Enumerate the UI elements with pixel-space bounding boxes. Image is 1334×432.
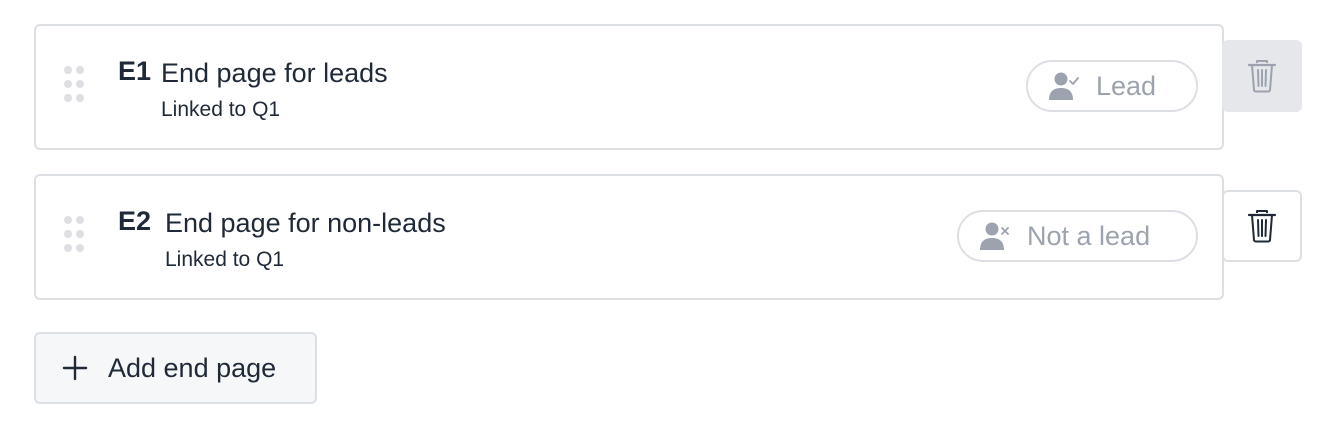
lead-status-tag[interactable]: Lead bbox=[1026, 60, 1198, 112]
drag-handle-icon[interactable] bbox=[64, 66, 90, 102]
end-page-link-info: Linked to Q1 bbox=[165, 248, 285, 271]
lead-status-label: Lead bbox=[1096, 70, 1157, 101]
end-page-card[interactable]: E2 End page for non-leads Linked to Q1 N… bbox=[34, 174, 1224, 300]
delete-button[interactable] bbox=[1222, 190, 1302, 262]
lead-status-label: Not a lead bbox=[1027, 220, 1151, 251]
end-page-title: End page for leads bbox=[161, 58, 388, 88]
end-page-card[interactable]: E1 End page for leads Linked to Q1 Lead bbox=[34, 24, 1224, 150]
plus-icon bbox=[62, 355, 88, 381]
end-pages-editor: E1 End page for leads Linked to Q1 Lead bbox=[0, 0, 1334, 432]
end-page-row: E2 End page for non-leads Linked to Q1 N… bbox=[34, 174, 1302, 300]
person-x-icon bbox=[980, 222, 1009, 250]
trash-icon bbox=[1247, 60, 1277, 93]
end-page-code: E2 bbox=[118, 206, 152, 236]
end-page-link-info: Linked to Q1 bbox=[161, 98, 281, 121]
end-page-row: E1 End page for leads Linked to Q1 Lead bbox=[34, 24, 1302, 150]
add-end-page-button[interactable]: Add end page bbox=[34, 332, 317, 404]
person-check-icon bbox=[1049, 72, 1079, 100]
delete-button[interactable] bbox=[1222, 40, 1302, 112]
end-page-title: End page for non-leads bbox=[165, 208, 446, 238]
drag-handle-icon[interactable] bbox=[64, 216, 90, 252]
lead-status-tag[interactable]: Not a lead bbox=[957, 210, 1198, 262]
end-page-code: E1 bbox=[118, 56, 152, 86]
add-end-page-label: Add end page bbox=[108, 352, 277, 383]
trash-icon bbox=[1247, 210, 1277, 243]
